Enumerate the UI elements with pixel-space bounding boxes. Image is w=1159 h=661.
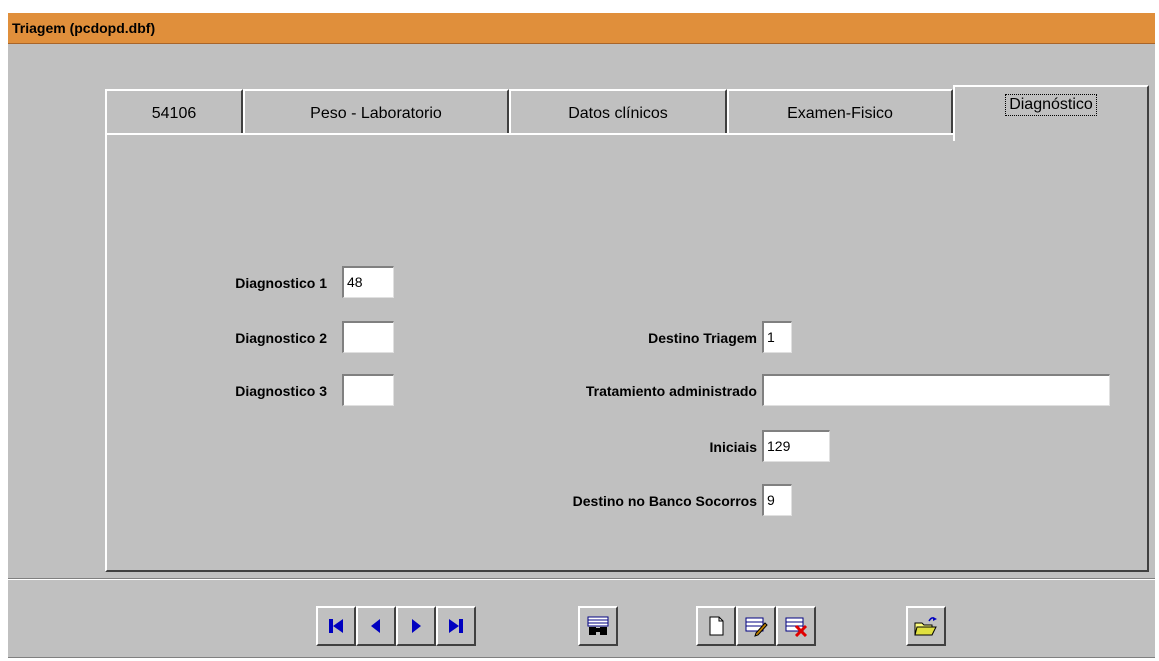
diagnostico3-label: Diagnostico 3: [235, 383, 327, 399]
tab-examen-fisico[interactable]: Examen-Fisico: [727, 89, 953, 137]
destino-banco-field[interactable]: 9: [762, 484, 792, 516]
open-folder-button[interactable]: [906, 606, 946, 646]
tab-label: Datos clínicos: [568, 105, 668, 122]
diagnostico2-field[interactable]: [342, 321, 394, 353]
open-folder-icon: [914, 617, 937, 636]
first-record-icon: [329, 619, 343, 633]
delete-record-button[interactable]: [776, 606, 816, 646]
last-record-button[interactable]: [436, 606, 476, 646]
tab-label: 54106: [151, 105, 197, 122]
first-record-button[interactable]: [316, 606, 356, 646]
last-record-icon: [449, 619, 463, 633]
previous-record-button[interactable]: [356, 606, 396, 646]
next-record-button[interactable]: [396, 606, 436, 646]
destino-triagem-label: Destino Triagem: [648, 330, 757, 346]
iniciais-field[interactable]: 129: [762, 430, 830, 462]
diagnostico-panel: Diagnostico 1 48 Diagnostico 2 Diagnosti…: [105, 133, 1149, 572]
window-title: Triagem (pcdopd.dbf): [12, 20, 156, 36]
diagnostico1-field[interactable]: 48: [342, 266, 394, 298]
diagnostico3-field[interactable]: [342, 374, 394, 406]
tab-peso-laboratorio[interactable]: Peso - Laboratorio: [243, 89, 509, 137]
previous-record-icon: [371, 619, 380, 633]
destino-triagem-field[interactable]: 1: [762, 321, 792, 353]
delete-record-icon: [785, 617, 808, 637]
find-binoculars-icon: [587, 616, 609, 635]
new-record-button[interactable]: [696, 606, 736, 646]
title-bar: Triagem (pcdopd.dbf): [8, 13, 1155, 44]
tab-label: Peso - Laboratorio: [310, 105, 442, 122]
divider: [8, 578, 1155, 580]
tab-datos-clinicos[interactable]: Datos clínicos: [509, 89, 727, 137]
next-record-icon: [412, 619, 421, 633]
find-button[interactable]: [578, 606, 618, 646]
tratamiento-field[interactable]: [762, 374, 1110, 406]
edit-record-button[interactable]: [736, 606, 776, 646]
edit-record-icon: [745, 617, 768, 637]
iniciais-label: Iniciais: [709, 439, 757, 455]
tratamiento-label: Tratamiento administrado: [585, 383, 757, 399]
diagnostico1-label: Diagnostico 1: [235, 275, 327, 291]
tab-diagnostico[interactable]: Diagnóstico: [953, 85, 1149, 141]
triagem-window: Triagem (pcdopd.dbf) 54106 Peso - Labora…: [8, 13, 1155, 658]
divider: [8, 657, 1155, 658]
tab-label: Diagnóstico: [1005, 94, 1097, 116]
new-record-icon: [709, 616, 724, 636]
destino-banco-label: Destino no Banco Socorros: [572, 493, 757, 509]
tab-label: Examen-Fisico: [787, 105, 893, 122]
diagnostico2-label: Diagnostico 2: [235, 330, 327, 346]
tab-54106[interactable]: 54106: [105, 89, 243, 137]
